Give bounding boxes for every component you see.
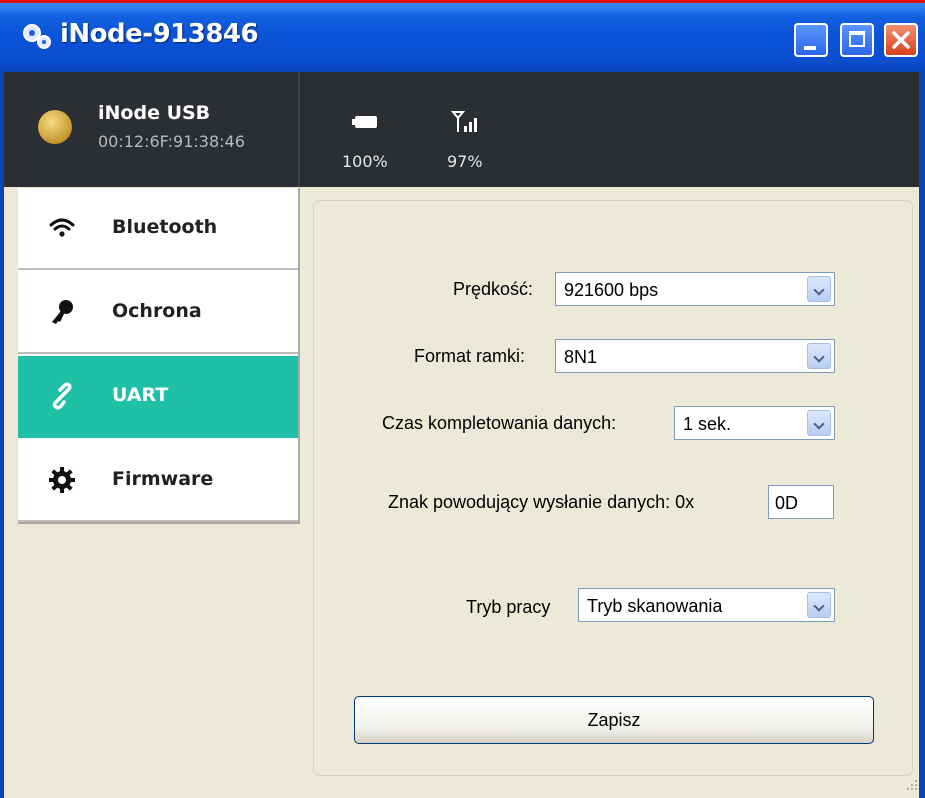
work-mode-value: Tryb skanowania — [587, 596, 723, 616]
save-button-label: Zapisz — [587, 710, 641, 730]
signal-icon — [451, 111, 477, 132]
frame-format-select[interactable]: 8N1 — [555, 339, 835, 373]
sidebar-item-label: Bluetooth — [112, 216, 218, 238]
close-button[interactable] — [884, 23, 918, 57]
battery-icon — [352, 116, 377, 128]
save-button[interactable]: Zapisz — [354, 696, 874, 744]
wifi-icon — [49, 218, 75, 237]
completion-time-label: Czas kompletowania danych: — [382, 413, 617, 433]
send-char-label: Znak powodujący wysłanie danych: 0x — [388, 492, 695, 512]
sidebar-item-uart[interactable]: UART — [18, 356, 298, 438]
frame-format-label: Format ramki: — [414, 346, 526, 366]
sidebar-item-label: Firmware — [112, 468, 214, 490]
device-name: iNode USB — [98, 102, 211, 124]
frame-format-value: 8N1 — [564, 347, 598, 367]
sidebar: Bluetooth Ochrona UART Firmware — [18, 188, 300, 524]
minimize-button[interactable] — [794, 23, 828, 57]
chevron-down-icon[interactable] — [807, 276, 831, 302]
resize-grip-icon[interactable] — [905, 778, 919, 792]
chevron-down-icon[interactable] — [807, 410, 831, 436]
app-window: iNode-913846 iNode USB 00:12:6F:91:38:46… — [0, 0, 925, 798]
speed-value: 921600 bps — [564, 280, 659, 300]
work-mode-select[interactable]: Tryb skanowania — [578, 588, 835, 622]
window-frame-left — [0, 72, 4, 798]
gear-icon — [49, 467, 75, 493]
window-frame-right — [919, 72, 925, 798]
close-icon — [892, 31, 910, 49]
chevron-down-icon[interactable] — [807, 343, 831, 369]
speed-label: Prędkość: — [453, 279, 534, 299]
completion-time-select[interactable]: 1 sek. — [674, 406, 835, 440]
send-char-input[interactable]: 0D — [768, 485, 834, 519]
device-logo-icon — [38, 110, 72, 144]
work-mode-label: Tryb pracy — [466, 597, 551, 617]
sidebar-item-label: UART — [112, 384, 169, 406]
maximize-button[interactable] — [840, 23, 874, 57]
window-title: iNode-913846 — [60, 19, 259, 49]
sidebar-item-ochrona[interactable]: Ochrona — [18, 272, 298, 354]
sidebar-item-bluetooth[interactable]: Bluetooth — [18, 188, 298, 270]
completion-time-value: 1 sek. — [683, 414, 732, 434]
key-icon — [52, 300, 73, 324]
chevron-down-icon[interactable] — [807, 592, 831, 618]
device-mac: 00:12:6F:91:38:46 — [98, 132, 245, 151]
header-divider — [298, 72, 300, 187]
link-icon — [52, 382, 72, 410]
sidebar-item-firmware[interactable]: Firmware — [18, 440, 298, 522]
sidebar-item-label: Ochrona — [112, 300, 202, 322]
device-header: iNode USB 00:12:6F:91:38:46 100% 97% — [0, 72, 925, 187]
send-char-value: 0D — [775, 493, 799, 513]
title-bar[interactable]: iNode-913846 — [0, 0, 925, 72]
speed-select[interactable]: 921600 bps — [555, 272, 835, 306]
gears-icon — [23, 24, 51, 49]
signal-level: 97% — [447, 152, 483, 171]
battery-level: 100% — [342, 152, 388, 171]
